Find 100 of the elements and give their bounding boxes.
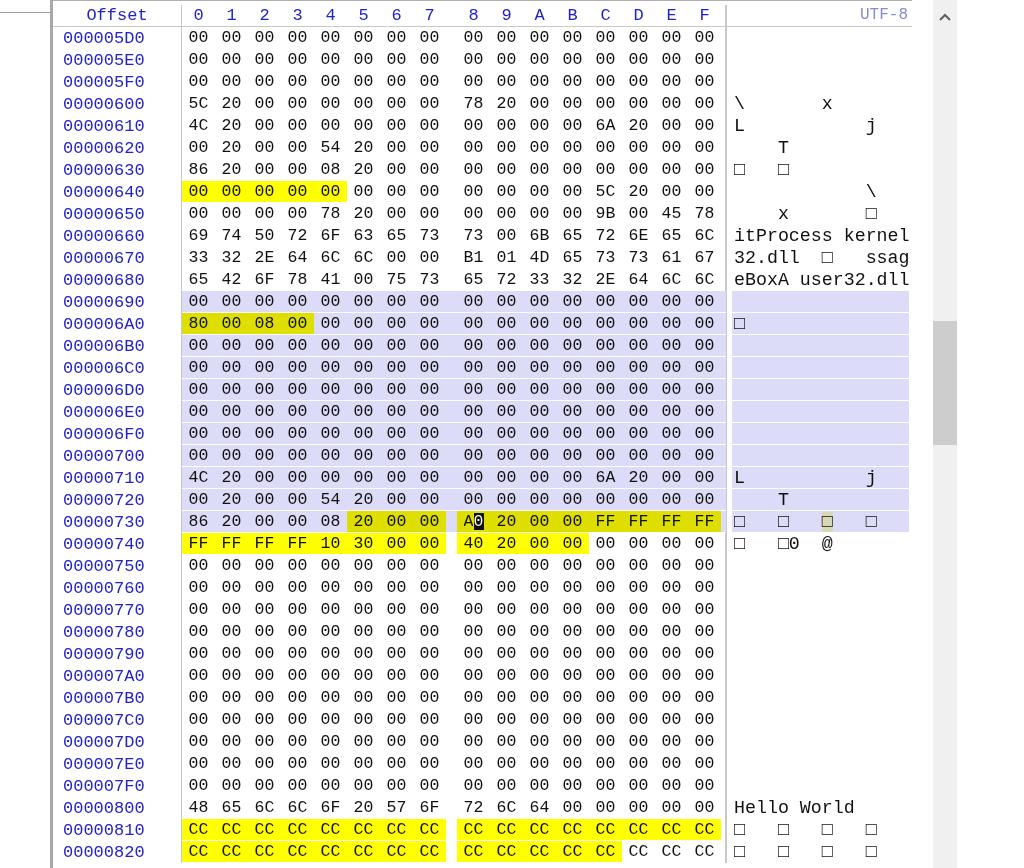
byte-cell[interactable]: 00 bbox=[380, 247, 413, 268]
byte-cell[interactable]: 00 bbox=[688, 797, 721, 818]
byte-cell[interactable]: 00 bbox=[622, 159, 655, 180]
byte-cell[interactable]: 00 bbox=[347, 775, 380, 796]
byte-cell[interactable]: CC bbox=[281, 819, 314, 840]
byte-cell[interactable]: 00 bbox=[182, 753, 215, 774]
byte-cell[interactable]: 00 bbox=[413, 115, 446, 136]
byte-cell[interactable]: 00 bbox=[215, 599, 248, 620]
byte-cell[interactable]: 00 bbox=[688, 489, 721, 510]
byte-cell[interactable]: 00 bbox=[490, 357, 523, 378]
byte-cell[interactable]: 00 bbox=[413, 753, 446, 774]
byte-cell[interactable]: 00 bbox=[655, 357, 688, 378]
byte-cell[interactable]: 00 bbox=[688, 445, 721, 466]
byte-cell[interactable]: 00 bbox=[655, 313, 688, 334]
byte-cell[interactable]: 00 bbox=[281, 489, 314, 510]
byte-cell[interactable]: 32 bbox=[215, 247, 248, 268]
byte-cell[interactable]: 72 bbox=[281, 225, 314, 246]
byte-cell[interactable]: 00 bbox=[215, 577, 248, 598]
byte-cell[interactable]: 20 bbox=[622, 467, 655, 488]
byte-cell[interactable]: 65 bbox=[655, 225, 688, 246]
byte-cell[interactable]: 00 bbox=[380, 599, 413, 620]
byte-cell[interactable]: 00 bbox=[523, 423, 556, 444]
byte-cell[interactable]: 5C bbox=[182, 93, 215, 114]
byte-cell[interactable]: 00 bbox=[490, 27, 523, 48]
byte-cell[interactable]: 00 bbox=[523, 511, 556, 532]
byte-cell[interactable]: 00 bbox=[523, 775, 556, 796]
byte-cell[interactable]: 57 bbox=[380, 797, 413, 818]
byte-cell[interactable]: 72 bbox=[490, 269, 523, 290]
byte-cell[interactable]: 00 bbox=[457, 291, 490, 312]
byte-cell[interactable]: 00 bbox=[215, 665, 248, 686]
byte-cell[interactable]: 00 bbox=[413, 181, 446, 202]
byte-cell[interactable]: 00 bbox=[215, 753, 248, 774]
byte-cell[interactable]: 00 bbox=[215, 731, 248, 752]
byte-cell[interactable]: 32 bbox=[556, 269, 589, 290]
byte-cell[interactable]: 00 bbox=[182, 291, 215, 312]
byte-cell[interactable]: 00 bbox=[622, 423, 655, 444]
byte-cell[interactable]: 00 bbox=[314, 555, 347, 576]
byte-cell[interactable]: 00 bbox=[655, 27, 688, 48]
byte-cell[interactable]: 00 bbox=[314, 731, 347, 752]
byte-cell[interactable]: 00 bbox=[248, 181, 281, 202]
byte-cell[interactable]: CC bbox=[248, 841, 281, 862]
byte-cell[interactable]: 33 bbox=[182, 247, 215, 268]
byte-cell[interactable]: 00 bbox=[248, 709, 281, 730]
byte-cell[interactable]: CC bbox=[490, 819, 523, 840]
byte-cell[interactable]: 6C bbox=[688, 269, 721, 290]
byte-cell[interactable]: 00 bbox=[314, 115, 347, 136]
byte-cell[interactable]: 00 bbox=[182, 621, 215, 642]
byte-cell[interactable]: 00 bbox=[622, 753, 655, 774]
byte-cell[interactable]: 00 bbox=[182, 27, 215, 48]
byte-cell[interactable]: 00 bbox=[655, 753, 688, 774]
byte-cell[interactable]: CC bbox=[622, 819, 655, 840]
byte-cell[interactable]: 20 bbox=[622, 115, 655, 136]
byte-cell[interactable]: 00 bbox=[655, 577, 688, 598]
byte-cell[interactable]: CC bbox=[622, 841, 655, 862]
byte-cell[interactable]: 00 bbox=[182, 203, 215, 224]
byte-cell[interactable]: 00 bbox=[380, 379, 413, 400]
byte-cell[interactable]: 00 bbox=[380, 665, 413, 686]
byte-cell[interactable]: FF bbox=[182, 533, 215, 554]
byte-cell[interactable]: CC bbox=[314, 841, 347, 862]
byte-cell[interactable]: 00 bbox=[622, 731, 655, 752]
byte-cell[interactable]: 20 bbox=[347, 797, 380, 818]
byte-cell[interactable]: 00 bbox=[248, 93, 281, 114]
byte-cell[interactable]: 00 bbox=[688, 577, 721, 598]
byte-cell[interactable]: 00 bbox=[688, 753, 721, 774]
byte-cell[interactable]: 00 bbox=[314, 401, 347, 422]
byte-cell[interactable]: 00 bbox=[281, 445, 314, 466]
byte-cell[interactable]: 00 bbox=[413, 577, 446, 598]
byte-cell[interactable]: 00 bbox=[589, 643, 622, 664]
byte-cell[interactable]: 45 bbox=[655, 203, 688, 224]
byte-cell[interactable]: 20 bbox=[622, 181, 655, 202]
byte-cell[interactable]: 33 bbox=[523, 269, 556, 290]
byte-cell[interactable]: 00 bbox=[490, 731, 523, 752]
byte-cell[interactable]: 00 bbox=[182, 181, 215, 202]
byte-cell[interactable]: CC bbox=[655, 819, 688, 840]
byte-cell[interactable]: FF bbox=[281, 533, 314, 554]
byte-cell[interactable]: 00 bbox=[688, 159, 721, 180]
byte-cell[interactable]: 00 bbox=[556, 621, 589, 642]
byte-cell[interactable]: 08 bbox=[248, 313, 281, 334]
byte-cell[interactable]: 00 bbox=[655, 731, 688, 752]
byte-cell[interactable]: 6F bbox=[413, 797, 446, 818]
byte-cell[interactable]: 00 bbox=[490, 709, 523, 730]
byte-cell[interactable]: 08 bbox=[314, 159, 347, 180]
byte-cell[interactable]: 00 bbox=[413, 599, 446, 620]
byte-cell[interactable]: 00 bbox=[215, 335, 248, 356]
scrollbar[interactable] bbox=[933, 0, 957, 868]
byte-cell[interactable]: 00 bbox=[248, 401, 281, 422]
byte-cell[interactable]: 00 bbox=[281, 621, 314, 642]
byte-cell[interactable]: 00 bbox=[622, 379, 655, 400]
byte-cell[interactable]: 00 bbox=[314, 93, 347, 114]
byte-cell[interactable]: 00 bbox=[589, 489, 622, 510]
byte-cell[interactable]: 00 bbox=[182, 665, 215, 686]
byte-cell[interactable]: 00 bbox=[688, 621, 721, 642]
byte-cell[interactable]: 00 bbox=[413, 423, 446, 444]
byte-cell[interactable]: 00 bbox=[457, 555, 490, 576]
byte-cell[interactable]: 00 bbox=[622, 93, 655, 114]
byte-cell[interactable]: 00 bbox=[281, 511, 314, 532]
byte-cell[interactable]: 00 bbox=[314, 49, 347, 70]
byte-cell[interactable]: 00 bbox=[556, 511, 589, 532]
byte-cell[interactable]: 00 bbox=[248, 357, 281, 378]
byte-cell[interactable]: 00 bbox=[457, 445, 490, 466]
